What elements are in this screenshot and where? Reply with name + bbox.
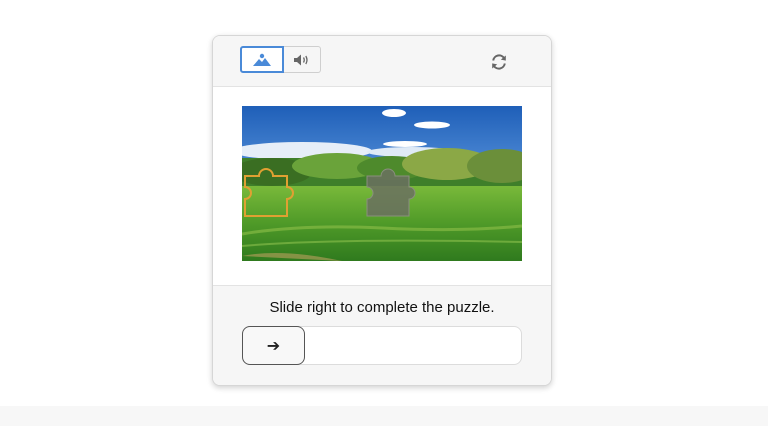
captcha-footer: Slide right to complete the puzzle. ➔ [213, 285, 551, 385]
captcha-card: Slide right to complete the puzzle. ➔ [212, 35, 552, 386]
slider-track[interactable]: ➔ [242, 326, 522, 365]
captcha-header [213, 36, 551, 87]
image-icon [253, 53, 271, 66]
arrow-right-icon: ➔ [266, 337, 281, 355]
image-mode-button[interactable] [240, 46, 284, 73]
page: Slide right to complete the puzzle. ➔ [0, 0, 768, 426]
audio-mode-button[interactable] [284, 46, 321, 73]
instruction-text: Slide right to complete the puzzle. [269, 299, 495, 316]
speaker-icon [294, 54, 308, 65]
puzzle-piece-target-icon [366, 168, 416, 217]
puzzle-image [242, 106, 522, 261]
mode-toggle [240, 46, 321, 73]
slider-handle[interactable]: ➔ [242, 326, 305, 365]
page-bottom-band [0, 406, 768, 426]
refresh-button[interactable] [487, 50, 511, 74]
refresh-icon [492, 54, 506, 70]
